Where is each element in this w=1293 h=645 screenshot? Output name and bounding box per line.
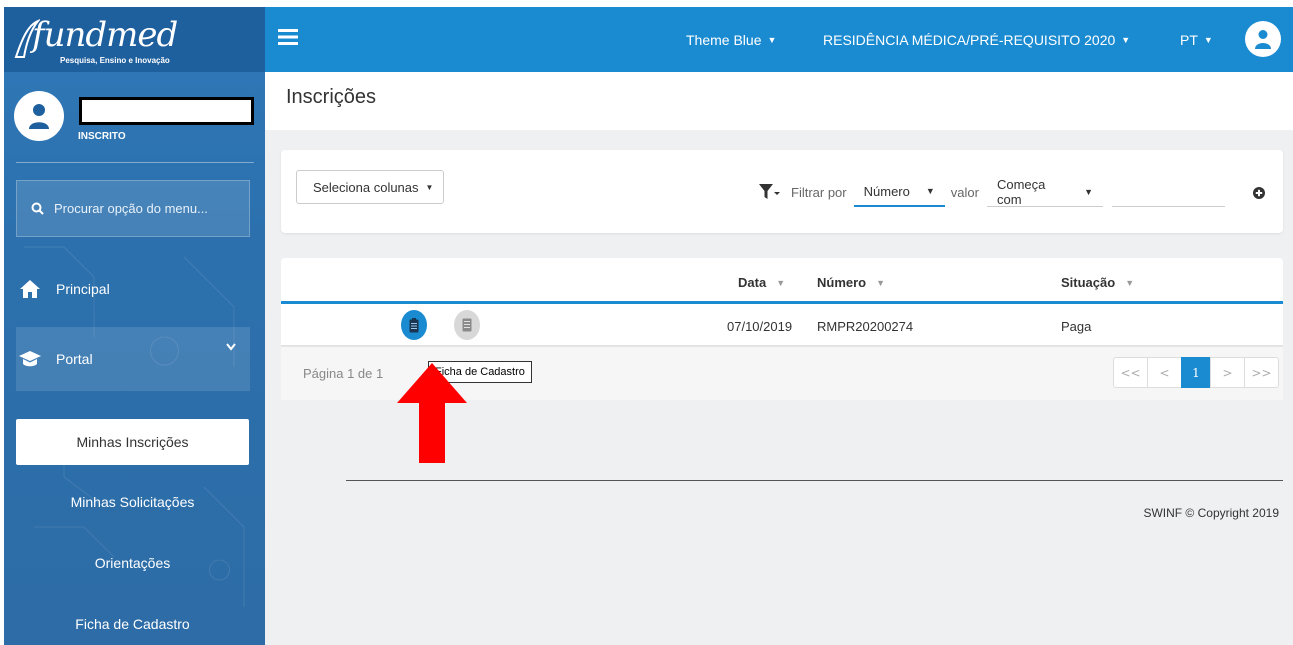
sidebar-subitem-orientacoes[interactable]: Orientações xyxy=(16,540,249,586)
page-prev-button[interactable]: < xyxy=(1147,357,1182,388)
sidebar-subitem-label: Orientações xyxy=(94,555,171,571)
select-columns-button[interactable]: Seleciona colunas ▼ xyxy=(296,170,444,204)
user-role: INSCRITO xyxy=(78,131,126,142)
column-header-label: Número xyxy=(817,275,867,290)
sidebar-item-label: Principal xyxy=(56,281,110,297)
select-columns-label: Seleciona colunas xyxy=(313,179,419,195)
table-header: Data ▼ Número ▼ Situação ▼ xyxy=(281,258,1283,304)
caret-down-icon: ▼ xyxy=(1121,34,1131,45)
chevron-down-icon xyxy=(226,343,236,351)
logo-brand: fundmed xyxy=(32,15,178,55)
filter-by-label: Filtrar por xyxy=(791,184,847,200)
column-header-numero[interactable]: Número ▼ xyxy=(817,275,885,290)
user-icon xyxy=(1255,30,1271,49)
pagination: << < 1 > >> xyxy=(1113,357,1279,388)
table-row: 07/10/2019 RMPR20200274 Paga xyxy=(281,307,1283,346)
top-bar: Theme Blue ▼ RESIDÊNCIA MÉDICA/PRÉ-REQUI… xyxy=(265,7,1293,72)
copyright-text: SWINF © Copyright 2019 xyxy=(1143,506,1279,520)
filter-value-input[interactable] xyxy=(1111,177,1225,207)
content-header: Inscrições xyxy=(265,72,1293,130)
clipboard-icon xyxy=(409,317,419,332)
process-dropdown[interactable]: RESIDÊNCIA MÉDICA/PRÉ-REQUISITO 2020 ▼ xyxy=(823,7,1130,72)
footer-divider xyxy=(346,480,1283,481)
sidebar-item-portal[interactable]: Portal xyxy=(16,327,250,391)
column-header-situacao[interactable]: Situação ▼ xyxy=(1061,275,1134,290)
page-first-button[interactable]: << xyxy=(1113,357,1148,388)
column-header-label: Data xyxy=(738,275,767,290)
user-name-redacted xyxy=(79,97,254,125)
theme-label: Theme Blue xyxy=(686,31,762,48)
theme-dropdown[interactable]: Theme Blue ▼ xyxy=(686,7,776,72)
sort-icon: ▼ xyxy=(1125,277,1135,288)
sidebar: fundmed Pesquisa, Ensino e Inovação INSC… xyxy=(4,7,265,645)
graduation-cap-icon xyxy=(16,350,44,368)
page-1-button[interactable]: 1 xyxy=(1181,357,1211,388)
sidebar-subitem-minhas-solicitacoes[interactable]: Minhas Solicitações xyxy=(16,479,249,525)
process-label: RESIDÊNCIA MÉDICA/PRÉ-REQUISITO 2020 xyxy=(823,31,1116,48)
page-next-button[interactable]: > xyxy=(1210,357,1245,388)
page-info: Página 1 de 1 xyxy=(303,366,384,381)
user-avatar[interactable] xyxy=(14,91,64,141)
filter-card: Seleciona colunas ▼ Filtrar por Número ▼… xyxy=(281,150,1283,233)
filter-field-value: Número xyxy=(863,183,910,199)
user-panel: INSCRITO xyxy=(4,87,265,162)
search-icon xyxy=(31,202,44,215)
filter-icon[interactable] xyxy=(759,184,781,200)
caret-down-icon: ▼ xyxy=(425,182,434,192)
document-button[interactable] xyxy=(454,310,480,340)
user-icon xyxy=(29,104,49,129)
fundmed-logo[interactable]: fundmed Pesquisa, Ensino e Inovação xyxy=(4,7,265,72)
sidebar-subitem-label: Minhas Inscrições xyxy=(76,434,189,450)
logo-tagline: Pesquisa, Ensino e Inovação xyxy=(60,56,170,65)
page-last-button[interactable]: >> xyxy=(1244,357,1279,388)
filter-operator-value: Começa com xyxy=(996,176,1046,207)
sidebar-subitem-ficha-cadastro[interactable]: Ficha de Cadastro xyxy=(16,601,249,645)
caret-down-icon: ▼ xyxy=(1084,186,1093,197)
cell-status: Paga xyxy=(1061,319,1092,334)
filter-operator-select[interactable]: Começa com ▼ xyxy=(986,176,1103,207)
ficha-cadastro-button[interactable] xyxy=(401,310,427,340)
sidebar-subitem-minhas-inscricoes[interactable]: Minhas Inscrições xyxy=(16,419,249,465)
menu-search-input[interactable]: Procurar opção do menu... xyxy=(16,180,250,237)
cell-number: RMPR20200274 xyxy=(817,319,914,334)
home-icon xyxy=(16,279,44,299)
sidebar-item-principal[interactable]: Principal xyxy=(16,257,250,321)
column-header-data[interactable]: Data ▼ xyxy=(738,275,785,290)
language-label: PT xyxy=(1180,31,1198,48)
cell-date: 07/10/2019 xyxy=(727,319,793,334)
sort-icon: ▼ xyxy=(876,277,886,288)
menu-search-placeholder: Procurar opção do menu... xyxy=(54,201,208,216)
caret-down-icon: ▼ xyxy=(925,186,935,196)
page-title: Inscrições xyxy=(286,86,377,108)
column-header-label: Situação xyxy=(1061,275,1116,290)
sidebar-subitem-label: Ficha de Cadastro xyxy=(75,616,190,632)
filter-controls: Filtrar por Número ▼ valor Começa com ▼ xyxy=(759,177,1225,207)
account-avatar-button[interactable] xyxy=(1245,21,1281,57)
red-arrow-annotation xyxy=(397,363,467,463)
language-dropdown[interactable]: PT ▼ xyxy=(1180,7,1213,72)
sort-icon: ▼ xyxy=(776,277,786,288)
filter-field-select[interactable]: Número ▼ xyxy=(853,177,945,207)
caret-down-icon: ▼ xyxy=(767,34,777,45)
sidebar-subitem-label: Minhas Solicitações xyxy=(70,494,195,510)
add-filter-icon[interactable] xyxy=(1253,187,1265,199)
document-icon xyxy=(462,318,472,332)
filter-value-label: valor xyxy=(950,184,979,200)
caret-down-icon: ▼ xyxy=(1203,34,1213,45)
hamburger-menu-icon[interactable] xyxy=(278,28,298,46)
sidebar-item-label: Portal xyxy=(56,351,93,367)
sidebar-divider xyxy=(16,162,254,163)
